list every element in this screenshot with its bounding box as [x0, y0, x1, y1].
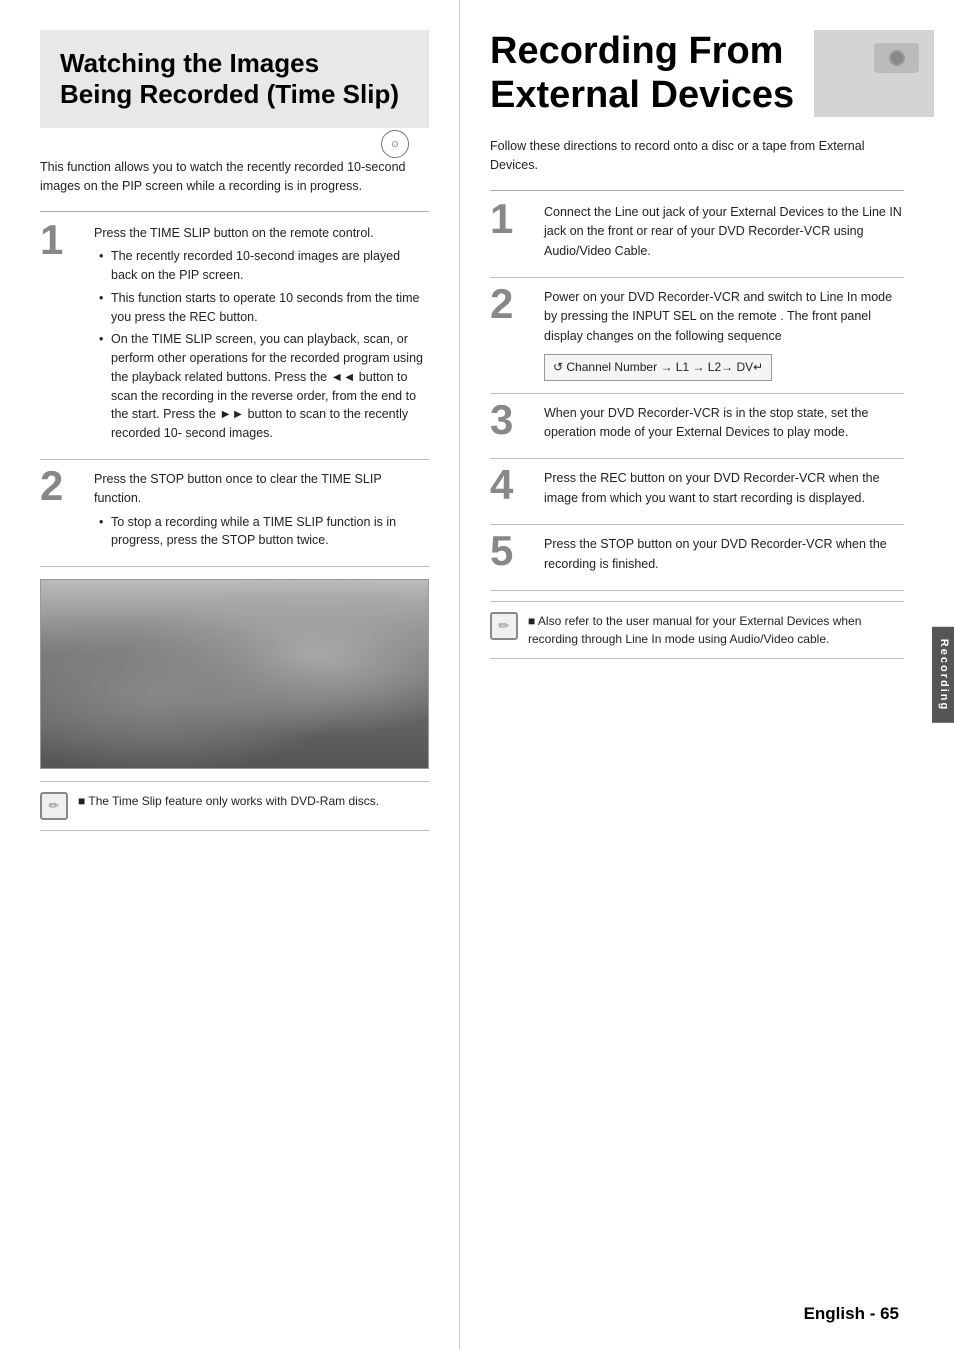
bullet-2-1: To stop a recording while a TIME SLIP fu… [99, 513, 429, 551]
right-header: Recording From External Devices [490, 30, 904, 117]
note-icon-left [40, 792, 68, 820]
camera-icon [869, 35, 924, 80]
bullet-1-3: On the TIME SLIP screen, you can playbac… [99, 330, 429, 443]
right-note-text: ■ Also refer to the user manual for your… [528, 612, 904, 648]
side-tab: Recording [932, 626, 954, 722]
right-step-4-text: Press the REC button on your DVD Recorde… [544, 469, 904, 508]
step-1-number: 1 [40, 219, 82, 261]
divider-1 [40, 211, 429, 212]
right-step-4: 4 Press the REC button on your DVD Recor… [490, 469, 904, 525]
step-1-content: Press the TIME SLIP button on the remote… [94, 224, 429, 447]
note-icon-right [490, 612, 518, 640]
right-step-3-content: When your DVD Recorder-VCR is in the sto… [544, 404, 904, 447]
step-1-main: Press the TIME SLIP button on the remote… [94, 224, 429, 243]
left-note: ■ The Time Slip feature only works with … [40, 781, 429, 831]
right-step-2-number: 2 [490, 283, 532, 325]
left-title: Watching the Images Being Recorded (Time… [60, 48, 409, 110]
step-1-bullets: The recently recorded 10-second images a… [94, 247, 429, 443]
camera-lens [889, 50, 905, 66]
right-step-3: 3 When your DVD Recorder-VCR is in the s… [490, 404, 904, 460]
right-step-5-content: Press the STOP button on your DVD Record… [544, 535, 904, 578]
right-step-5-number: 5 [490, 530, 532, 572]
camera-body [874, 43, 919, 73]
step-2-bullets: To stop a recording while a TIME SLIP fu… [94, 513, 429, 551]
right-note: ■ Also refer to the user manual for your… [490, 601, 904, 659]
image-inner [41, 580, 428, 768]
step-2-main: Press the STOP button once to clear the … [94, 470, 429, 509]
circle-icon: ⊙ [381, 130, 409, 158]
left-note-text: ■ The Time Slip feature only works with … [78, 792, 379, 810]
right-step-5: 5 Press the STOP button on your DVD Reco… [490, 535, 904, 591]
right-step-5-text: Press the STOP button on your DVD Record… [544, 535, 904, 574]
right-step-2-content: Power on your DVD Recorder-VCR and switc… [544, 288, 904, 381]
right-divider-0 [490, 190, 904, 191]
right-title: Recording From External Devices [490, 30, 904, 117]
left-intro: This function allows you to watch the re… [40, 158, 429, 196]
channel-sequence: ↺ Channel Number → L1 → L2→ DV↵ [544, 354, 772, 381]
right-step-2-text: Power on your DVD Recorder-VCR and switc… [544, 288, 904, 346]
left-header-wrapper: Watching the Images Being Recorded (Time… [40, 30, 429, 128]
time-slip-image [40, 579, 429, 769]
right-intro: Follow these directions to record onto a… [490, 137, 904, 175]
right-step-4-content: Press the REC button on your DVD Recorde… [544, 469, 904, 512]
right-step-1-text: Connect the Line out jack of your Extern… [544, 203, 904, 261]
page-number: English - 65 [804, 1304, 899, 1324]
left-header-box: Watching the Images Being Recorded (Time… [40, 30, 429, 128]
step-2-content: Press the STOP button once to clear the … [94, 470, 429, 554]
right-step-1: 1 Connect the Line out jack of your Exte… [490, 203, 904, 278]
bullet-1-2: This function starts to operate 10 secon… [99, 289, 429, 327]
right-step-3-text: When your DVD Recorder-VCR is in the sto… [544, 404, 904, 443]
right-step-4-number: 4 [490, 464, 532, 506]
left-step-1: 1 Press the TIME SLIP button on the remo… [40, 224, 429, 460]
right-step-3-number: 3 [490, 399, 532, 441]
bullet-1-1: The recently recorded 10-second images a… [99, 247, 429, 285]
left-column: Watching the Images Being Recorded (Time… [0, 0, 460, 1349]
right-column: Recording From External Devices Follow t… [460, 0, 954, 1349]
right-step-1-number: 1 [490, 198, 532, 240]
right-step-1-content: Connect the Line out jack of your Extern… [544, 203, 904, 265]
step-2-number: 2 [40, 465, 82, 507]
right-step-2: 2 Power on your DVD Recorder-VCR and swi… [490, 288, 904, 394]
left-step-2: 2 Press the STOP button once to clear th… [40, 470, 429, 567]
